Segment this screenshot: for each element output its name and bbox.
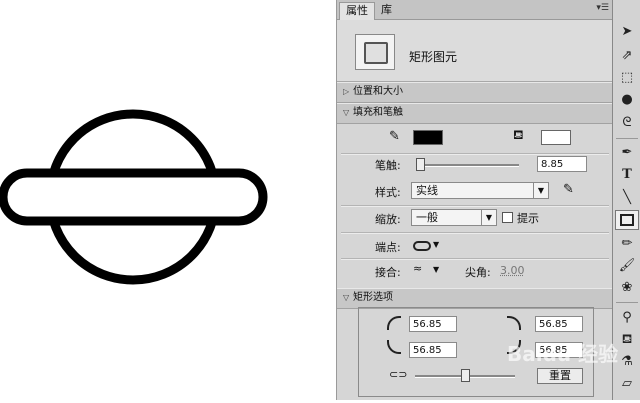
pencil-stroke-icon: ✎ (389, 129, 400, 144)
corner-radius-bl-input[interactable]: 56.85 (409, 342, 457, 358)
stage-canvas[interactable] (0, 0, 336, 400)
scale-label: 缩放: (375, 213, 401, 226)
chevron-down-icon: ▼ (533, 183, 548, 198)
chevron-down-icon[interactable]: ▼ (433, 265, 439, 274)
round-cap-icon[interactable] (413, 241, 431, 251)
rectangle-primitive-icon (355, 34, 395, 70)
eyedropper-tool-icon[interactable]: ⚗ (616, 352, 638, 372)
rect-options-box: 56.85 56.85 56.85 56.85 ⊂⊃ 重置 (358, 307, 594, 397)
edit-stroke-style-icon[interactable]: ✎ (563, 182, 574, 197)
text-tool-icon[interactable]: T (616, 165, 638, 185)
subselection-tool-icon[interactable]: ⇗ (616, 46, 638, 66)
section-rect-options[interactable]: ▽ 矩形选项 (337, 288, 613, 309)
stroke-slider-track[interactable] (417, 164, 519, 167)
corner-slider-thumb[interactable] (461, 369, 470, 382)
pen-tool-icon[interactable]: ✒ (616, 143, 638, 163)
panel-menu-icon[interactable]: ▾☰ (596, 3, 609, 13)
style-label: 样式: (375, 186, 401, 199)
style-dropdown[interactable]: 实线 ▼ (411, 182, 549, 199)
stroke-color-swatch[interactable] (413, 130, 443, 145)
reset-button[interactable]: 重置 (537, 368, 583, 384)
corner-top-right-icon (507, 316, 521, 330)
corner-top-left-icon (387, 316, 401, 330)
stroke-width-input[interactable]: 8.85 (537, 156, 587, 172)
corner-radius-tr-input[interactable]: 56.85 (535, 316, 583, 332)
section-position-size[interactable]: ▷ 位置和大小 (337, 82, 613, 103)
stroke-label: 笔触: (375, 159, 401, 172)
3d-rotation-tool-icon[interactable]: ● (616, 90, 638, 110)
chevron-down-icon: ▼ (481, 210, 496, 225)
chevron-down-icon[interactable]: ▼ (433, 240, 439, 249)
scale-dropdown[interactable]: 一般 ▼ (411, 209, 497, 226)
drawn-rounded-rectangle (0, 168, 268, 226)
scale-dropdown-value: 一般 (416, 211, 438, 224)
corner-radius-tl-input[interactable]: 56.85 (409, 316, 457, 332)
hint-label: 提示 (517, 212, 539, 225)
corner-bottom-right-icon (507, 340, 521, 354)
lock-corners-link-icon[interactable]: ⊂⊃ (389, 368, 407, 381)
tab-properties[interactable]: 属性 (339, 2, 375, 20)
element-header: 矩形图元 (337, 20, 613, 82)
stage-drawing (0, 109, 268, 285)
brush-tool-icon[interactable]: 🖌 (616, 256, 638, 276)
eraser-tool-icon[interactable]: ▱ (616, 374, 638, 394)
round-join-icon[interactable]: ≈ (413, 262, 422, 275)
fill-color-swatch[interactable] (541, 130, 571, 145)
cap-label: 端点: (375, 241, 401, 254)
hint-checkbox[interactable] (502, 212, 513, 223)
paint-bucket-tool-icon[interactable]: ⛾ (616, 330, 638, 350)
corner-bottom-left-icon (387, 340, 401, 354)
miter-value[interactable]: 3.00 (500, 264, 525, 277)
pencil-tool-icon[interactable]: ✏ (616, 234, 638, 254)
selection-tool-icon[interactable]: ➤ (616, 22, 638, 42)
free-transform-tool-icon[interactable]: ⬚ (616, 68, 638, 88)
corner-radius-br-input[interactable]: 56.85 (535, 342, 583, 358)
deco-tool-icon[interactable]: ❀ (616, 278, 638, 298)
line-tool-icon[interactable]: ╲ (616, 188, 638, 208)
panel-tabs: 属性 库 ▾☰ (337, 0, 613, 20)
expand-triangle-icon: ▷ (343, 87, 350, 96)
tab-library[interactable]: 库 (375, 2, 398, 19)
bone-tool-icon[interactable]: ⚲ (616, 308, 638, 328)
paint-bucket-fill-icon: ⛾ (513, 128, 524, 143)
collapse-triangle-icon: ▽ (343, 293, 350, 302)
style-dropdown-value: 实线 (416, 184, 438, 197)
stroke-slider-thumb[interactable] (416, 158, 425, 171)
lasso-tool-icon[interactable]: ᘓ (616, 113, 638, 133)
collapse-triangle-icon: ▽ (343, 108, 350, 117)
tools-toolbar: ➤ ⇗ ⬚ ● ᘓ ✒ T ╲ ✏ 🖌 ❀ ⚲ ⛾ ⚗ ▱ (612, 0, 640, 400)
rectangle-tool-icon[interactable] (615, 210, 639, 230)
join-label: 接合: (375, 266, 401, 279)
element-type-label: 矩形图元 (409, 50, 458, 64)
miter-label: 尖角: (465, 266, 491, 279)
